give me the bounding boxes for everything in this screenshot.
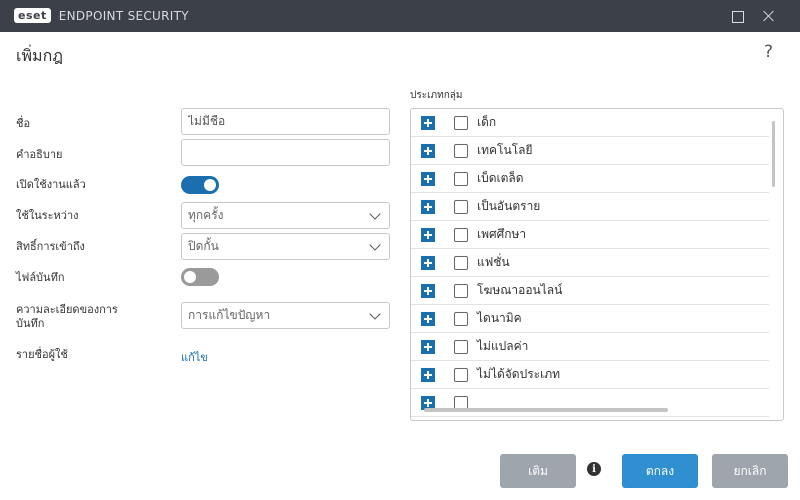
logo-mark: eset [14, 8, 51, 23]
vertical-scrollbar[interactable] [772, 121, 775, 187]
apply-during-label: ใช้ในระหว่าง [16, 209, 79, 222]
toggle-knob [184, 271, 196, 283]
info-icon[interactable]: i [587, 462, 601, 476]
category-label: แฟชั่น [477, 255, 510, 269]
category-label: ไม่แปลค่า [477, 339, 529, 353]
expand-plus-icon[interactable] [421, 311, 435, 326]
category-checkbox[interactable] [454, 339, 468, 354]
user-list-label: รายชื่อผู้ใช้ [16, 348, 68, 361]
expand-plus-icon[interactable] [421, 143, 435, 158]
expand-plus-icon[interactable] [421, 199, 435, 214]
chevron-down-icon [369, 207, 381, 220]
category-item[interactable]: เด็ก [411, 109, 769, 137]
category-heading: ประเภทกลุ่ม [410, 90, 463, 101]
edit-user-list-link[interactable]: แก้ไข [181, 348, 208, 366]
log-label: ไฟล์บันทึก [16, 271, 65, 284]
category-checkbox[interactable] [454, 227, 468, 242]
description-field[interactable] [181, 139, 390, 166]
app-title: ENDPOINT SECURITY [58, 8, 189, 23]
add-button[interactable]: เติม [500, 454, 576, 488]
category-checkbox[interactable] [454, 171, 468, 186]
chevron-down-icon [369, 307, 381, 320]
category-label: เพศศึกษา [477, 227, 527, 241]
category-item[interactable] [411, 389, 769, 417]
expand-plus-icon[interactable] [421, 171, 435, 186]
access-rights-value: ปิดกั้น [188, 239, 219, 253]
help-icon[interactable]: ? [764, 42, 773, 62]
page-title: เพิ่มกฎ [16, 46, 63, 65]
ok-button[interactable]: ตกลง [622, 454, 698, 488]
category-item[interactable]: เป็นอันตราย [411, 193, 769, 221]
category-item[interactable]: เบ็ดเตล็ด [411, 165, 769, 193]
category-label: ไดนามิค [477, 311, 522, 325]
chevron-down-icon [369, 238, 381, 251]
access-rights-select[interactable]: ปิดกั้น [181, 233, 390, 260]
title-bar: eset ENDPOINT SECURITY [0, 0, 800, 32]
enabled-label: เปิดใช้งานแล้ว [16, 178, 86, 191]
log-severity-label: ความละเอียดของการบันทึก [16, 303, 118, 330]
category-checkbox[interactable] [454, 143, 468, 158]
category-item[interactable]: เพศศึกษา [411, 221, 769, 249]
category-item[interactable]: แฟชั่น [411, 249, 769, 277]
category-item[interactable]: ไม่ได้จัดประเภท [411, 361, 769, 389]
cancel-button[interactable]: ยกเลิก [712, 454, 788, 488]
category-checkbox[interactable] [454, 283, 468, 298]
category-checkbox[interactable] [454, 115, 468, 130]
category-item[interactable]: เทคโนโลยี [411, 137, 769, 165]
category-checkbox[interactable] [454, 199, 468, 214]
name-label: ชื่อ [16, 117, 31, 130]
horizontal-scrollbar[interactable] [424, 408, 668, 412]
description-label: คำอธิบาย [16, 148, 63, 161]
expand-plus-icon[interactable] [421, 115, 435, 130]
apply-during-value: ทุกครั้ง [188, 208, 224, 222]
category-item[interactable]: โฆษณาออนไลน์ [411, 277, 769, 305]
apply-during-select[interactable]: ทุกครั้ง [181, 202, 390, 229]
expand-plus-icon[interactable] [421, 227, 435, 242]
category-label: เป็นอันตราย [477, 199, 541, 213]
category-checkbox[interactable] [454, 367, 468, 382]
description-input[interactable] [188, 145, 383, 160]
expand-plus-icon[interactable] [421, 283, 435, 298]
eset-logo: eset ENDPOINT SECURITY [14, 8, 189, 23]
expand-plus-icon[interactable] [421, 367, 435, 382]
category-item[interactable]: ไม่แปลค่า [411, 333, 769, 361]
expand-plus-icon[interactable] [421, 255, 435, 270]
name-field[interactable] [181, 108, 390, 135]
maximize-icon[interactable] [727, 6, 747, 26]
log-severity-value: การแก้ไขปัญหา [188, 308, 271, 322]
access-rights-label: สิทธิ์การเข้าถึง [16, 240, 85, 253]
toggle-knob [204, 179, 216, 191]
category-checkbox[interactable] [454, 255, 468, 270]
category-label: เทคโนโลยี [477, 143, 533, 157]
enabled-toggle[interactable] [181, 176, 219, 194]
close-icon[interactable] [759, 6, 779, 26]
category-label: เด็ก [477, 115, 497, 129]
log-toggle[interactable] [181, 268, 219, 286]
name-input[interactable] [188, 114, 383, 129]
category-item[interactable]: ไดนามิค [411, 305, 769, 333]
category-label: เบ็ดเตล็ด [477, 171, 524, 185]
category-checkbox[interactable] [454, 311, 468, 326]
category-label: โฆษณาออนไลน์ [477, 283, 563, 297]
expand-plus-icon[interactable] [421, 339, 435, 354]
log-severity-select[interactable]: การแก้ไขปัญหา [181, 302, 390, 329]
category-label: ไม่ได้จัดประเภท [477, 367, 561, 381]
category-list[interactable]: เด็ก เทคโนโลยี เบ็ดเตล็ด เป็นอันตราย เพศ… [410, 108, 784, 421]
